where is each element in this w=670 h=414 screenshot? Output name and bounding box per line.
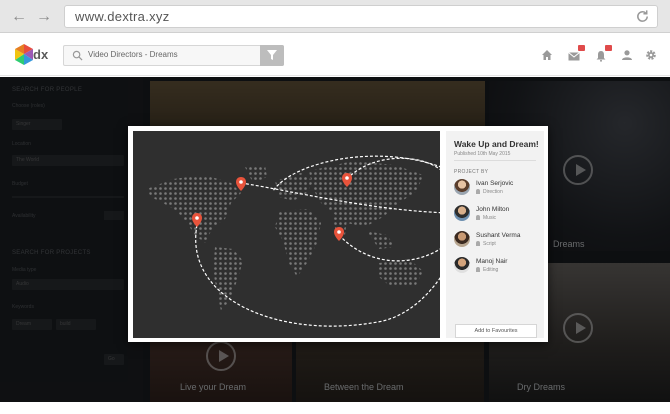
home-icon[interactable] xyxy=(541,49,553,61)
divider xyxy=(454,160,536,161)
map-pin-icon[interactable] xyxy=(236,177,246,191)
logo-text: dx xyxy=(33,47,49,62)
avatar xyxy=(454,205,470,221)
person-name: John Milton xyxy=(476,206,510,213)
world-map-graphic xyxy=(147,155,452,327)
avatar xyxy=(454,179,470,195)
project-info-panel: Wake Up and Dream! Published 10th May 20… xyxy=(446,131,544,338)
role-icon xyxy=(476,215,480,220)
gear-icon[interactable] xyxy=(645,49,657,61)
person-item[interactable]: Manoj Nair Editing xyxy=(454,257,540,279)
role-text: Script xyxy=(483,241,496,247)
forward-arrow-icon[interactable]: → xyxy=(35,8,53,26)
role-text: Editing xyxy=(483,267,499,273)
bell-badge xyxy=(605,45,612,51)
reload-icon[interactable] xyxy=(635,9,650,24)
search-input[interactable]: Video Directors - Dreams xyxy=(63,45,284,66)
search-icon xyxy=(72,50,83,61)
person-name: Ivan Serjovic xyxy=(476,180,514,187)
project-title: Wake Up and Dream! xyxy=(454,139,539,149)
url-text: www.dextra.xyz xyxy=(75,9,170,24)
avatar xyxy=(454,257,470,273)
filter-button[interactable] xyxy=(260,45,284,66)
person-role: Music xyxy=(476,215,496,221)
person-item[interactable]: John Milton Music xyxy=(454,205,540,227)
browser-toolbar: ← → www.dextra.xyz xyxy=(0,0,670,33)
address-bar[interactable]: www.dextra.xyz xyxy=(64,5,658,28)
person-name: Sushant Verma xyxy=(476,232,521,239)
role-icon xyxy=(476,267,480,272)
filter-icon xyxy=(267,50,277,60)
person-name: Manoj Nair xyxy=(476,258,508,265)
search-value: Video Directors - Dreams xyxy=(88,50,178,59)
role-text: Direction xyxy=(483,189,503,195)
project-by-label: PROJECT BY xyxy=(454,169,489,175)
person-role: Editing xyxy=(476,267,498,273)
bell-icon[interactable] xyxy=(595,45,612,62)
user-icon[interactable] xyxy=(621,49,633,61)
person-role: Direction xyxy=(476,189,503,195)
mail-icon[interactable] xyxy=(568,45,585,61)
app-header: dx Video Directors - Dreams xyxy=(0,34,670,76)
person-item[interactable]: Sushant Verma Script xyxy=(454,231,540,253)
add-to-favourites-button[interactable]: Add to Favourites xyxy=(455,324,537,338)
project-modal: Wake Up and Dream! Published 10th May 20… xyxy=(128,126,548,342)
world-map xyxy=(133,131,452,338)
person-item[interactable]: Ivan Serjovic Direction xyxy=(454,179,540,201)
mail-badge xyxy=(578,45,585,51)
role-icon xyxy=(476,241,480,246)
person-role: Script xyxy=(476,241,496,247)
role-text: Music xyxy=(483,215,497,221)
avatar xyxy=(454,231,470,247)
publish-date: Published 10th May 2015 xyxy=(454,151,511,157)
back-arrow-icon[interactable]: ← xyxy=(10,8,28,26)
role-icon xyxy=(476,189,480,194)
